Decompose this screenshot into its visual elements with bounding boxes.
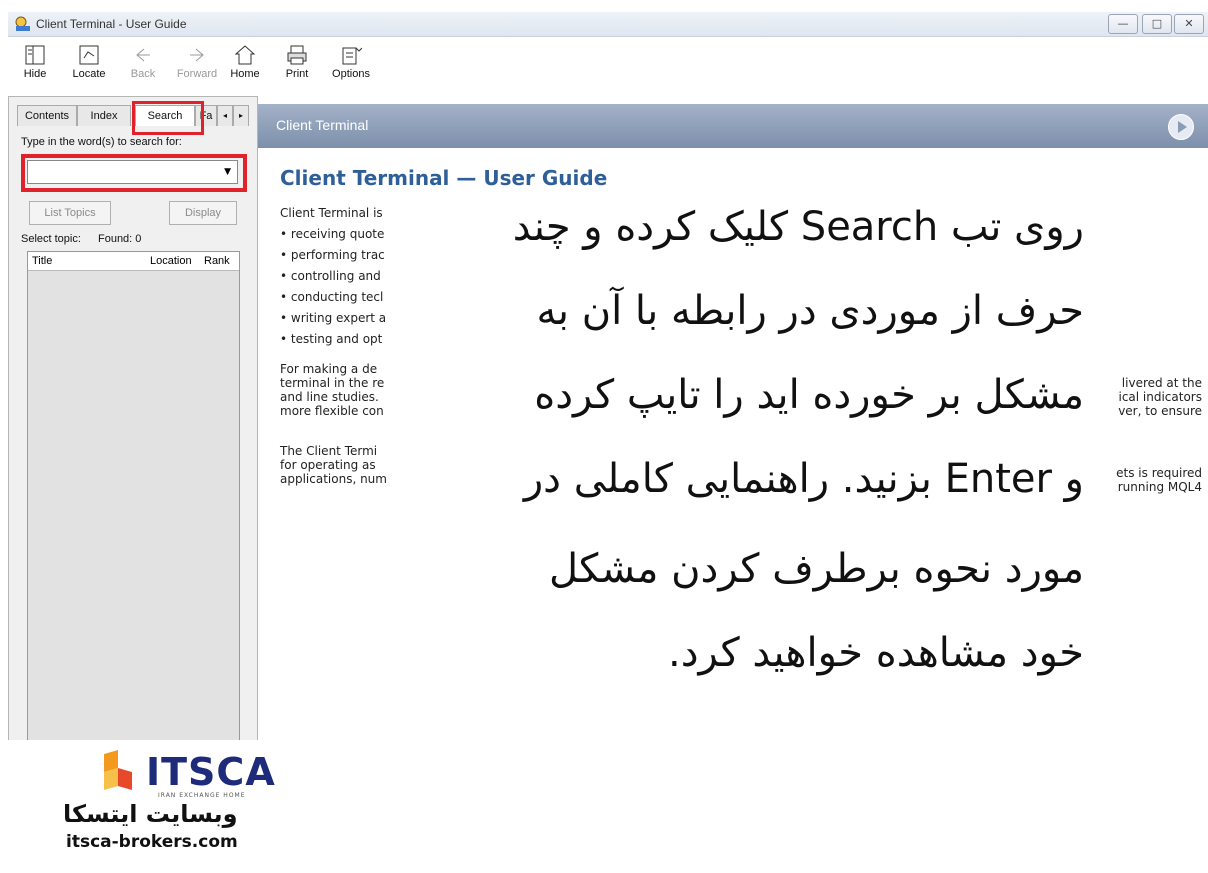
doc-line: running MQL4 [1117,480,1202,494]
display-button[interactable]: Display [169,201,237,225]
instruction-overlay: روی تب Search کلیک کرده و چند حرف از مور… [404,190,1084,710]
instruction-line: حرف از موردی در رابطه با آن به [536,288,1084,334]
search-input-highlight [21,154,247,192]
doc-line: applications, num [280,472,387,486]
doc-line: ical indicators [1118,390,1202,404]
doc-line: For making a de [280,362,378,376]
doc-line: terminal in the re [280,376,385,390]
logo-wordmark: ITSCA [146,750,276,794]
locate-label: Locate [72,68,106,80]
select-topic-label: Select topic: [21,233,81,245]
back-button[interactable]: Back [118,44,168,92]
home-icon [234,45,256,65]
doc-line: more flexible con [280,404,384,418]
found-count: Found: 0 [97,233,142,245]
search-prompt: Type in the word(s) to search for: [21,136,182,148]
doc-line: for operating as [280,458,376,472]
doc-line: ets is required [1116,466,1202,480]
print-label: Print [285,68,309,80]
hide-button[interactable]: Hide [10,44,60,92]
doc-title: Client Terminal — User Guide [280,166,608,190]
itsca-mark-icon [104,750,132,790]
itsca-logo: ITSCA IRAN EXCHANGE HOME وبسایت ایتسکا i… [8,740,308,860]
search-tab-highlight [132,101,204,135]
doc-line: • controlling and [280,269,381,283]
locate-button[interactable]: Locate [64,44,114,92]
doc-line: livered at the [1121,376,1202,390]
minimize-button[interactable]: — [1108,14,1138,34]
doc-line: • performing trac [280,248,385,262]
doc-line: and line studies. [280,390,379,404]
topics-list-header: Title Location Rank [28,252,239,271]
help-window: Client Terminal - User Guide — □ ✕ Hide … [0,0,1208,873]
column-rank[interactable]: Rank [204,255,238,267]
printer-icon [287,45,307,65]
back-label: Back [130,68,156,80]
select-topic-row: Select topic: Found: 0 [21,233,141,245]
back-arrow-icon [136,48,150,62]
home-label: Home [230,68,260,80]
tab-index[interactable]: Index [77,105,131,126]
locate-icon [79,45,99,65]
instruction-line: روی تب Search کلیک کرده و چند [512,204,1084,250]
column-title[interactable]: Title [32,255,52,267]
options-label: Options [332,68,370,80]
hide-icon [25,45,45,65]
play-arrow-icon [1178,121,1187,133]
logo-url: itsca-brokers.com [66,832,238,852]
print-button[interactable]: Print [272,44,322,92]
help-app-icon [15,16,30,31]
toolbar: Hide Locate Back Forward Home Print Opti… [8,38,1208,92]
options-icon [342,47,362,65]
home-button[interactable]: Home [220,44,270,92]
list-topics-button[interactable]: List Topics [29,201,111,225]
doc-line: • writing expert a [280,311,387,325]
instruction-line: و Enter بزنید. راهنمایی کاملی در [523,456,1084,502]
logo-tagline: IRAN EXCHANGE HOME [158,792,246,799]
hide-label: Hide [23,68,47,80]
options-button[interactable]: Options [326,44,376,92]
forward-arrow-icon [190,48,204,62]
close-button[interactable]: ✕ [1174,14,1204,34]
title-bar: Client Terminal - User Guide — □ ✕ [8,12,1208,37]
doc-line: Client Terminal is [280,206,383,220]
instruction-line: خود مشاهده خواهید کرد. [668,630,1084,676]
forward-button[interactable]: Forward [172,44,222,92]
content-header-bar: Client Terminal [258,104,1208,148]
doc-line: • receiving quote [280,227,385,241]
logo-persian-text: وبسایت ایتسکا [63,800,238,828]
maximize-button[interactable]: □ [1142,14,1172,34]
forward-label: Forward [176,68,218,80]
tab-scroll-left[interactable]: ◂ [217,105,233,126]
tab-scroll-right[interactable]: ▸ [233,105,249,126]
tab-contents[interactable]: Contents [17,105,77,126]
instruction-line: مورد نحوه برطرف کردن مشکل [548,546,1084,592]
doc-line: • conducting tecl [280,290,384,304]
doc-line: • testing and opt [280,332,383,346]
instruction-line: مشکل بر خورده اید را تایپ کرده [534,372,1084,418]
next-page-button[interactable] [1168,114,1194,140]
column-location[interactable]: Location [150,255,192,267]
content-header-title: Client Terminal [276,117,369,133]
doc-line: ver, to ensure [1118,404,1202,418]
window-title: Client Terminal - User Guide [36,17,187,31]
doc-line: The Client Termi [280,444,378,458]
